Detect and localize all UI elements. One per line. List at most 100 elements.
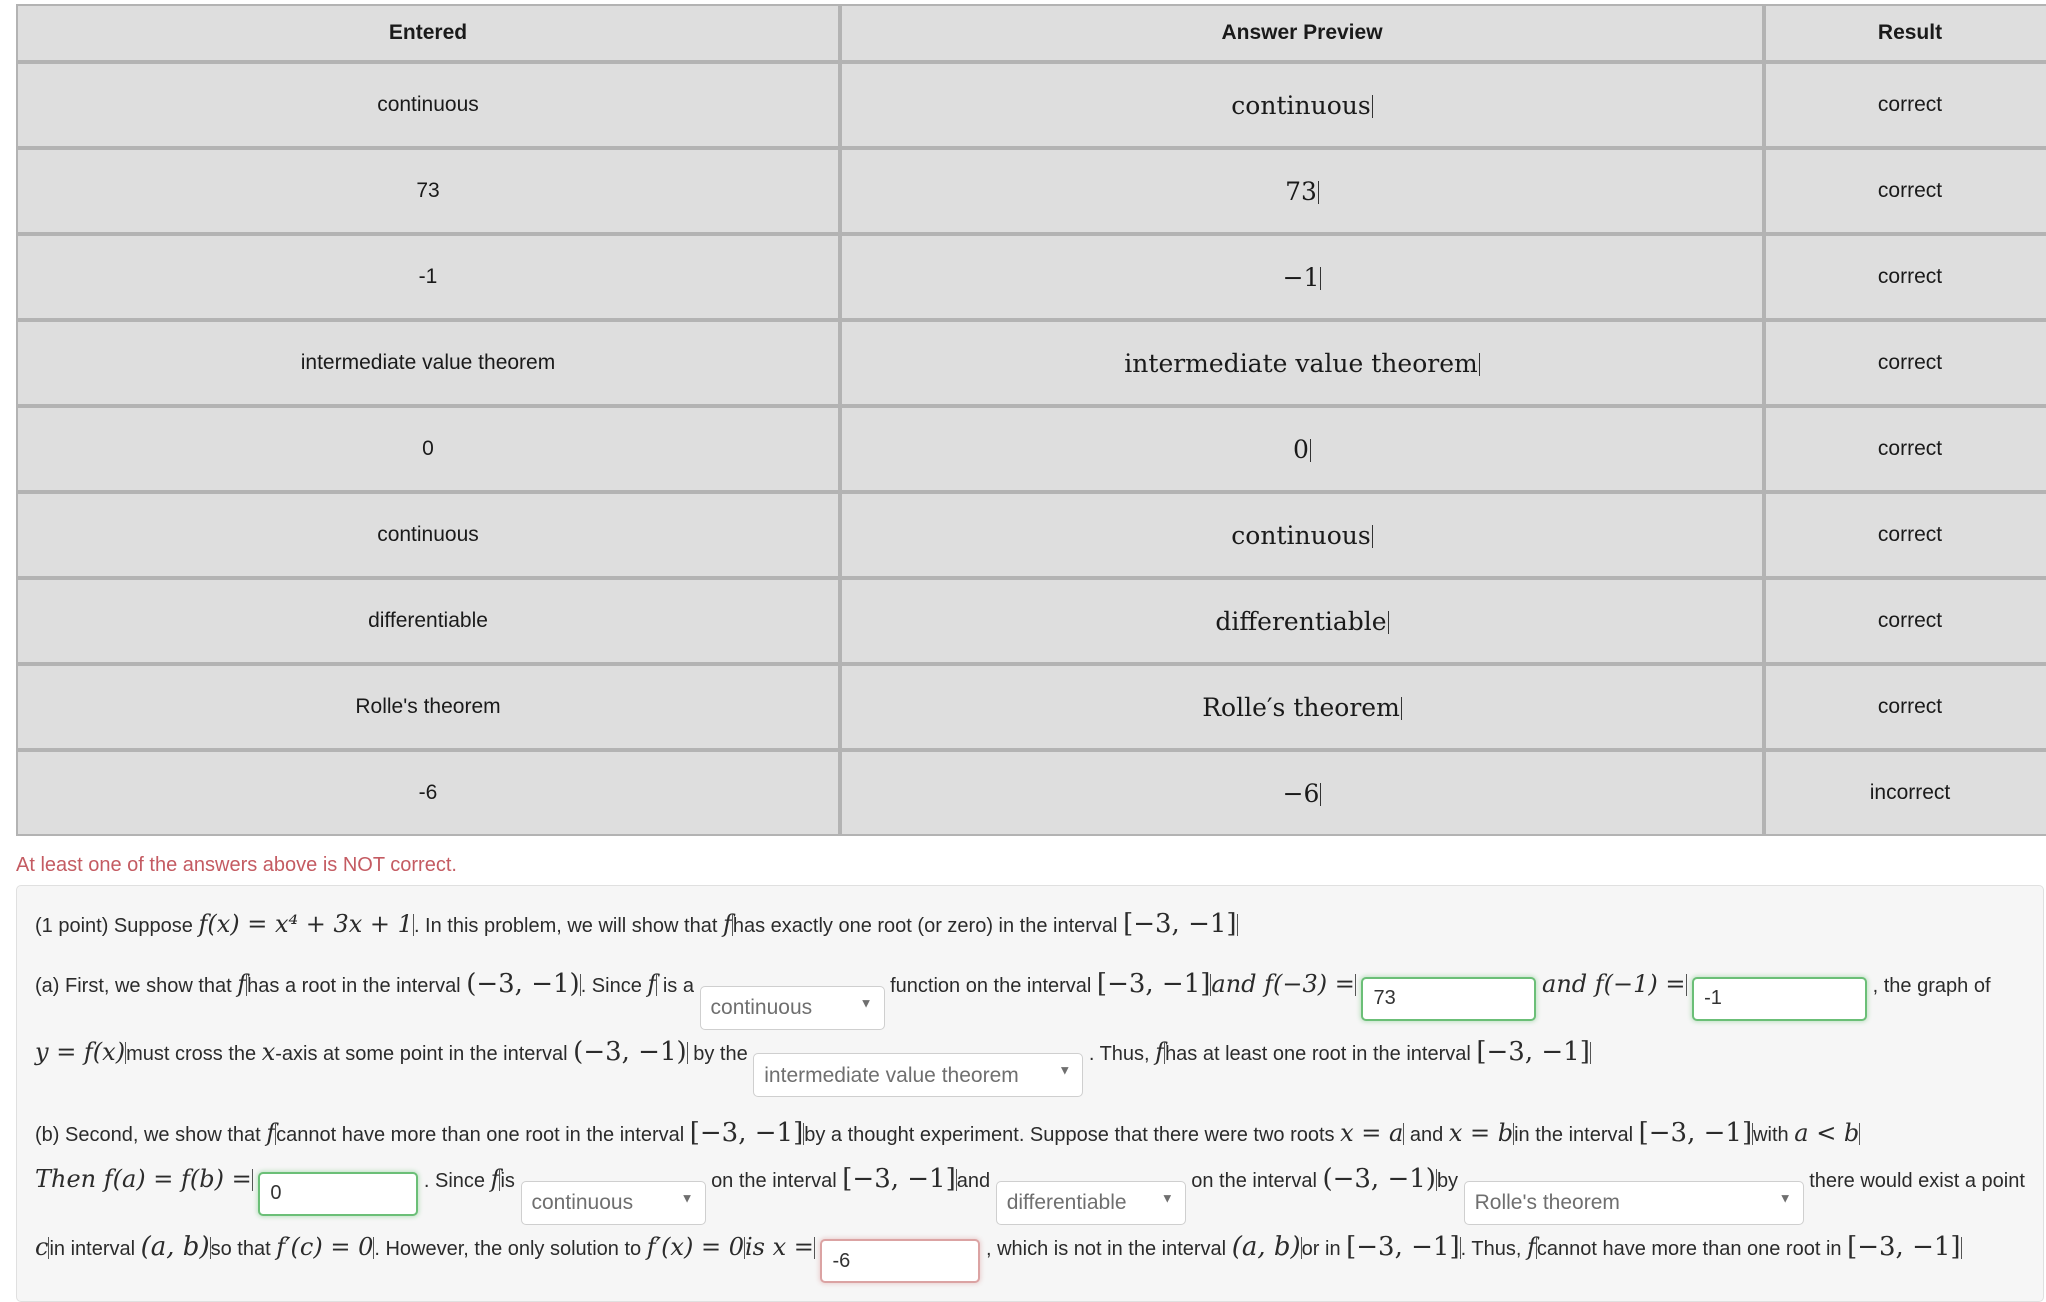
part-a-lead2: has a root in the interval <box>247 975 461 997</box>
column-header-entered: Entered <box>16 4 840 62</box>
column-header-result: Result <box>1764 4 2046 62</box>
results-table: Entered Answer Preview Result continuous… <box>16 4 2046 836</box>
part-b-on-interval: on the interval <box>711 1170 837 1192</box>
preview-text: continuous <box>1231 520 1371 550</box>
part-b-thought-exp: by a thought experiment. Suppose that th… <box>804 1124 1335 1146</box>
results-table-container: Entered Answer Preview Result continuous… <box>0 4 2046 836</box>
part-a-paragraph: (a) First, we show that fhas a root in t… <box>35 962 2025 1097</box>
problem-statement: (1 point) Suppose f(x) = x⁴ + 3x + 1. In… <box>35 902 2025 948</box>
preview-text: −6 <box>1282 778 1320 808</box>
preview-caret <box>1400 696 1402 720</box>
part-b-paragraph: (b) Second, we show that fcannot have mo… <box>35 1111 2025 1283</box>
f-symbol: f <box>490 1165 500 1193</box>
function-definition: f(x) = x⁴ + 3x + 1 <box>198 910 413 938</box>
table-row: continuous continuous correct <box>16 62 2046 148</box>
f-prime-x-equals-zero: f′(x) = 0 <box>646 1232 744 1261</box>
cell-entered: continuous <box>16 62 840 148</box>
part-b-however: . However, the only solution to <box>374 1237 642 1260</box>
cell-answer-preview: intermediate value theorem <box>840 320 1764 406</box>
select-theorem-b[interactable]: Rolle's theorem <box>1463 1180 1804 1225</box>
answer-input-fa-fb[interactable] <box>258 1171 419 1216</box>
x-equals-b: x = b <box>1448 1119 1514 1147</box>
answer-input-f-minus-1[interactable] <box>1692 976 1868 1021</box>
part-b-lead: (b) Second, we show that <box>35 1124 261 1146</box>
interval-ab-open: (a, b) <box>140 1231 210 1262</box>
answer-input-fprime-root[interactable] <box>820 1239 981 1283</box>
cell-entered: differentiable <box>16 578 840 664</box>
points-label: (1 point) Suppose <box>35 915 193 937</box>
interval-open: (−3, −1) <box>466 969 580 999</box>
interval-open: (−3, −1) <box>573 1036 687 1067</box>
intro-mid-text: . In this problem, we will show that <box>413 915 718 937</box>
part-a-the-comma: , the <box>1872 975 1912 997</box>
part-b-cannot-have2: cannot have <box>1536 1237 1646 1260</box>
cell-answer-preview: 73 <box>840 148 1764 234</box>
interval-closed: [−3, −1] <box>1096 969 1211 999</box>
table-row: intermediate value theorem intermediate … <box>16 320 2046 406</box>
select-continuity-a[interactable]: continuous <box>699 985 885 1030</box>
part-b-would-exist: would exist a point <box>1860 1170 2025 1192</box>
select-theorem-a[interactable]: intermediate value theorem <box>753 1053 1084 1097</box>
preview-caret <box>1320 266 1322 290</box>
table-row: continuous continuous correct <box>16 492 2046 578</box>
cell-result: correct <box>1764 62 2046 148</box>
select-shell-rolle: Rolle's theorem ▼ <box>1463 1171 1804 1225</box>
preview-caret <box>1320 782 1322 806</box>
part-a-since: . Since <box>580 975 642 997</box>
part-b-cannot-have: cannot have more than one root in the in… <box>276 1124 685 1146</box>
f-symbol: f <box>722 910 732 938</box>
x-symbol: x <box>261 1037 276 1066</box>
part-a-axis-word: -axis at some point in the interval <box>275 1042 568 1065</box>
preview-caret <box>1317 180 1319 204</box>
interval-closed: [−3, −1] <box>1847 1231 1961 1262</box>
part-b-there: there <box>1809 1170 1855 1192</box>
part-a-must-cross: must cross the <box>126 1042 257 1065</box>
preview-text: differentiable <box>1215 606 1387 636</box>
table-header-row: Entered Answer Preview Result <box>16 4 2046 62</box>
table-row: -6 −6 incorrect <box>16 750 2046 836</box>
part-b-which-not: , which is not in the interval <box>986 1237 1227 1260</box>
part-b-on-interval2: on the interval <box>1191 1170 1317 1192</box>
select-shell-continuous-b: continuous ▼ <box>520 1171 706 1225</box>
preview-text: intermediate value theorem <box>1124 348 1478 378</box>
select-continuity-b[interactable]: continuous <box>520 1180 706 1225</box>
cell-entered: intermediate value theorem <box>16 320 840 406</box>
part-a-graph-of: graph of <box>1917 975 1991 997</box>
cell-answer-preview: continuous <box>840 62 1764 148</box>
f-symbol: f <box>266 1119 276 1147</box>
text-caret <box>1960 1236 1962 1259</box>
part-a-thus: . Thus, <box>1088 1042 1150 1065</box>
part-b-more-than: more than one root in <box>1651 1237 1842 1260</box>
cell-entered: Rolle's theorem <box>16 664 840 750</box>
text-caret <box>1403 1123 1405 1145</box>
select-differentiability-b[interactable]: differentiable <box>995 1180 1186 1225</box>
f-symbol: f <box>237 970 247 998</box>
preview-caret <box>1387 610 1389 634</box>
part-b-or-in: or in <box>1301 1237 1341 1260</box>
cell-answer-preview: continuous <box>840 492 1764 578</box>
cell-result: correct <box>1764 664 2046 750</box>
part-b-so-that: so that <box>210 1237 271 1260</box>
text-caret <box>656 974 658 996</box>
cell-result: incorrect <box>1764 750 2046 836</box>
preview-caret <box>1371 94 1373 118</box>
cell-result: correct <box>1764 320 2046 406</box>
cell-answer-preview: −1 <box>840 234 1764 320</box>
cell-entered: -1 <box>16 234 840 320</box>
text-caret <box>813 1236 815 1259</box>
is-x-equals-label: is x = <box>744 1232 814 1261</box>
part-a-is-a: is a <box>662 975 694 997</box>
cell-result: correct <box>1764 492 2046 578</box>
preview-caret <box>1478 352 1480 376</box>
answer-input-f-minus-3[interactable] <box>1361 976 1537 1021</box>
interval-closed: [−3, −1] <box>1476 1036 1590 1067</box>
part-b-and-word: and <box>1409 1124 1444 1146</box>
select-shell-theorem-a: intermediate value theorem ▼ <box>753 1044 1084 1097</box>
part-b-is-word: is <box>500 1170 515 1192</box>
preview-text: 0 <box>1293 434 1309 464</box>
cell-answer-preview: Rolle′s theorem <box>840 664 1764 750</box>
part-b-by-word: by <box>1436 1170 1459 1192</box>
interval-closed: [−3, −1] <box>1123 909 1237 939</box>
results-table-body: continuous continuous correct 73 73 corr… <box>16 62 2046 836</box>
preview-text: −1 <box>1282 262 1320 292</box>
